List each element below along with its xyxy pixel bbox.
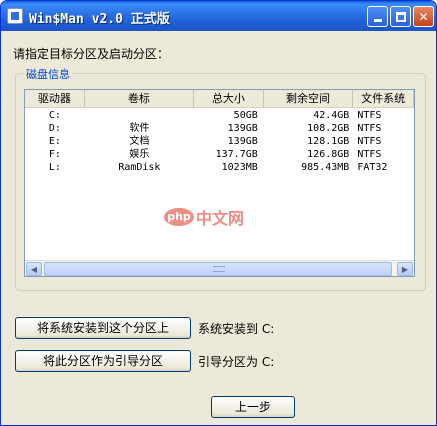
cell-drive: F: xyxy=(48,149,61,160)
title-bar[interactable]: Win$Man v2.0 正式版 ✕ xyxy=(1,1,436,31)
column-header-total-size[interactable]: 总大小 xyxy=(194,90,264,108)
cell-total-size: 50GB xyxy=(233,110,258,121)
cell-free-space: 42.4GB xyxy=(313,110,350,121)
cell-free-space: 128.1GB xyxy=(307,136,350,147)
close-button[interactable]: ✕ xyxy=(413,6,434,27)
cell-drive: L: xyxy=(48,162,61,173)
cell-free-space: 985.43MB xyxy=(301,162,350,173)
table-row[interactable]: F: 娱乐 137.7GB 126.8GB NTFS xyxy=(25,148,414,161)
list-header: 驱动器 卷标 总大小 剩余空间 文件系统 xyxy=(25,90,414,108)
cell-filesystem: NTFS xyxy=(357,149,382,160)
scrollbar-thumb[interactable] xyxy=(44,262,392,276)
close-icon: ✕ xyxy=(418,9,429,24)
chevron-left-icon: ◀ xyxy=(30,264,38,274)
cell-free-space: 108.2GB xyxy=(307,123,350,134)
disk-info-group: 磁盘信息 驱动器 卷标 总大小 剩余空间 文件系统 C: 50GB 42.4GB… xyxy=(15,66,426,291)
list-rows: C: 50GB 42.4GB NTFS D: 软件 139GB 108.2GB … xyxy=(25,109,414,174)
maximize-icon xyxy=(395,11,406,22)
maximize-button[interactable] xyxy=(390,6,411,27)
watermark-site: 中文网 xyxy=(196,209,245,228)
app-icon xyxy=(7,8,23,24)
cell-filesystem: NTFS xyxy=(357,136,382,147)
previous-step-button[interactable]: 上一步 xyxy=(211,396,295,418)
cell-drive: E: xyxy=(48,136,61,147)
table-row[interactable]: E: 文档 139GB 128.1GB NTFS xyxy=(25,135,414,148)
cell-filesystem: FAT32 xyxy=(357,162,388,173)
cell-total-size: 139GB xyxy=(227,136,258,147)
scroll-left-button[interactable]: ◀ xyxy=(26,262,42,276)
cell-total-size: 1023MB xyxy=(221,162,258,173)
horizontal-scrollbar[interactable]: ◀ ▶ xyxy=(25,260,414,276)
watermark-badge: php xyxy=(164,208,194,226)
prompt-text: 请指定目标分区及启动分区： xyxy=(13,47,170,61)
cell-label: 软件 xyxy=(129,123,150,134)
install-to-partition-button[interactable]: 将系统安装到这个分区上 xyxy=(15,317,191,339)
cell-total-size: 139GB xyxy=(227,123,258,134)
cell-filesystem: NTFS xyxy=(357,123,382,134)
table-row[interactable]: D: 软件 139GB 108.2GB NTFS xyxy=(25,122,414,135)
install-target-label: 系统安装到 C: xyxy=(198,322,275,336)
column-header-filesystem[interactable]: 文件系统 xyxy=(353,90,414,108)
minimize-icon xyxy=(373,19,382,22)
cell-free-space: 126.8GB xyxy=(307,149,350,160)
column-header-label[interactable]: 卷标 xyxy=(85,90,195,108)
table-row[interactable]: C: 50GB 42.4GB NTFS xyxy=(25,109,414,122)
cell-label: 娱乐 xyxy=(129,149,150,160)
grip-icon xyxy=(213,266,225,272)
boot-partition-label: 引导分区为 C: xyxy=(198,355,275,369)
partition-list[interactable]: 驱动器 卷标 总大小 剩余空间 文件系统 C: 50GB 42.4GB NTFS… xyxy=(24,89,415,277)
winman-window: Win$Man v2.0 正式版 ✕ 请指定目标分区及启动分区： 磁盘信息 驱动… xyxy=(0,0,437,426)
cell-total-size: 137.7GB xyxy=(215,149,258,160)
cell-label xyxy=(85,109,194,122)
cell-drive: C: xyxy=(48,110,61,121)
window-title: Win$Man v2.0 正式版 xyxy=(29,12,170,27)
chevron-right-icon: ▶ xyxy=(401,264,409,274)
disk-info-legend: 磁盘信息 xyxy=(24,66,72,82)
minimize-button[interactable] xyxy=(367,6,388,27)
scroll-right-button[interactable]: ▶ xyxy=(397,262,413,276)
column-header-free-space[interactable]: 剩余空间 xyxy=(264,90,354,108)
site-watermark: php 中文网 xyxy=(164,205,244,229)
cell-drive: D: xyxy=(48,123,61,134)
cell-filesystem: NTFS xyxy=(357,110,382,121)
column-header-drive[interactable]: 驱动器 xyxy=(25,90,85,108)
cell-label: RamDisk xyxy=(118,162,161,173)
table-row[interactable]: L: RamDisk 1023MB 985.43MB FAT32 xyxy=(25,161,414,174)
set-boot-partition-button[interactable]: 将此分区作为引导分区 xyxy=(15,350,191,372)
cell-label: 文档 xyxy=(129,136,150,147)
